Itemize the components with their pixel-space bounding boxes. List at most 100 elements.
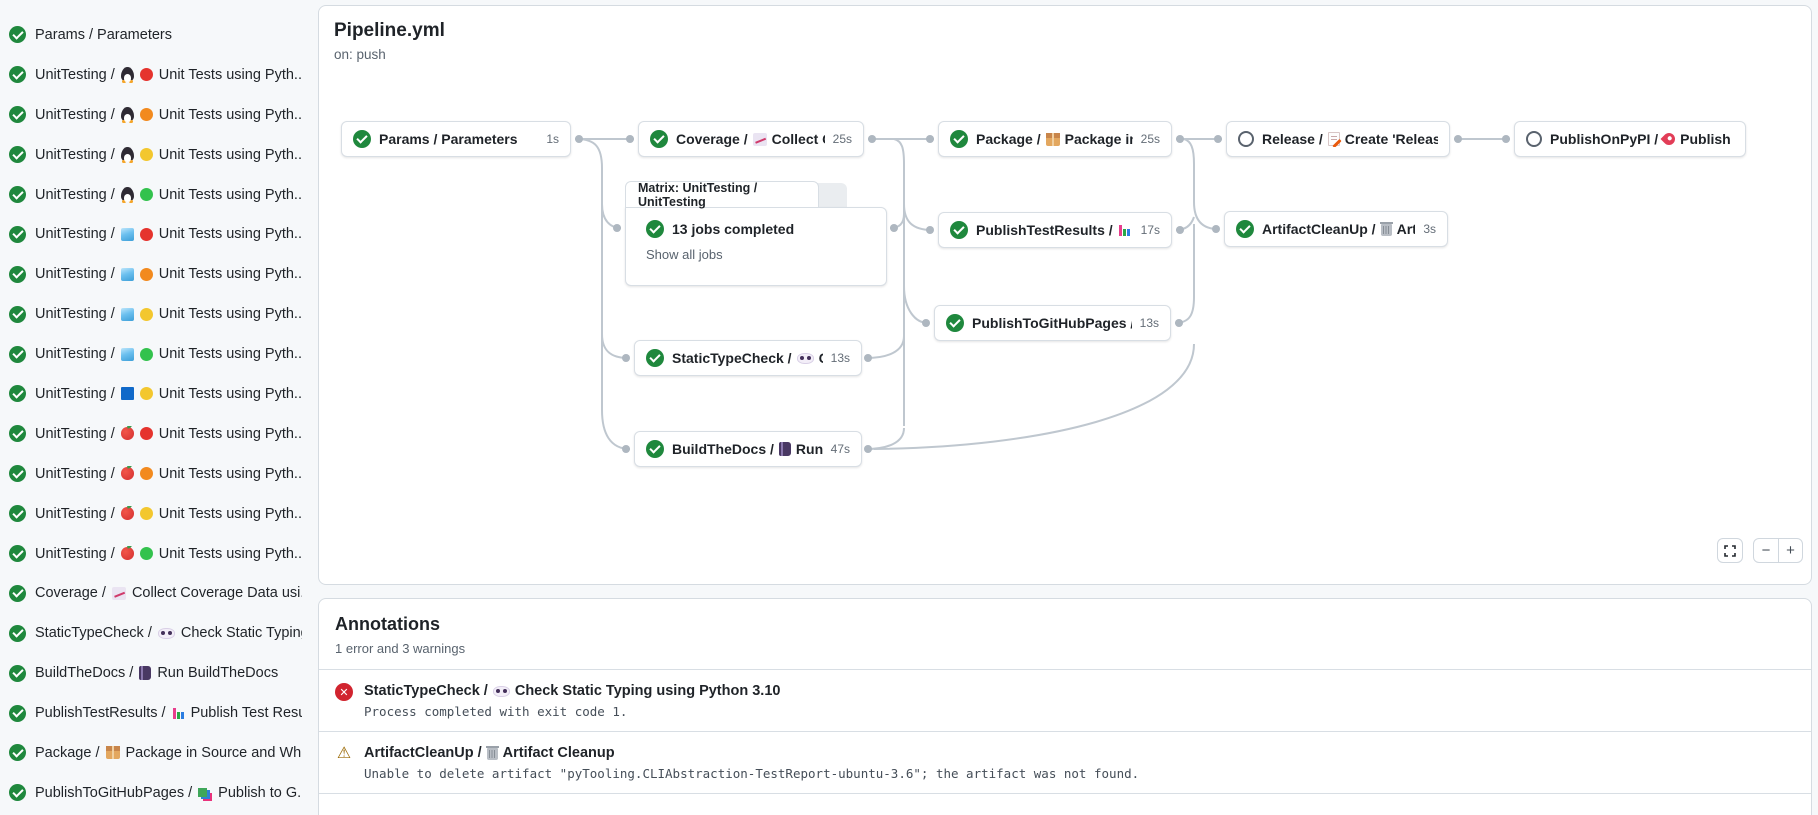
success-icon <box>9 665 26 682</box>
sidebar-job-item[interactable]: Package /Package in Source and Wh... <box>0 733 302 773</box>
matrix-tab[interactable]: Matrix: UnitTesting / UnitTesting <box>625 181 819 208</box>
job-node-coverage[interactable]: Coverage /Collect Cove... 25s <box>638 121 864 157</box>
fullscreen-button[interactable] <box>1717 538 1743 563</box>
success-icon <box>9 545 26 562</box>
eyes-icon <box>797 353 814 364</box>
job-node-build-the-docs[interactable]: BuildTheDocs /Run Buil... 47s <box>634 431 862 467</box>
job-label: Coverage / <box>35 585 106 601</box>
os-icon <box>121 147 134 162</box>
eyes-icon <box>158 628 175 639</box>
job-duration: 47s <box>831 442 850 456</box>
sidebar-job-item[interactable]: PublishTestResults /Publish Test Resu... <box>0 693 302 733</box>
job-node-artifact-cleanup[interactable]: ArtifactCleanUp /Artifac... 3s <box>1224 211 1448 247</box>
zoom-in-button[interactable]: + <box>1778 539 1802 562</box>
job-label: UnitTesting / <box>35 426 115 442</box>
sidebar-job-item[interactable]: StaticTypeCheck /Check Static Typing... <box>0 613 302 653</box>
eyes-icon <box>493 686 510 697</box>
success-icon <box>9 106 26 123</box>
job-label: Unit Tests using Pyth... <box>159 306 302 322</box>
job-label: Unit Tests using Pyth... <box>159 466 302 482</box>
job-duration: 17s <box>1141 223 1160 237</box>
success-icon <box>646 349 664 367</box>
success-icon <box>9 66 26 83</box>
annotations-panel: Annotations 1 error and 3 warnings Stati… <box>318 598 1812 815</box>
os-icon <box>121 67 134 82</box>
bar-chart-icon <box>1118 224 1131 237</box>
sidebar-job-item[interactable]: UnitTesting /Unit Tests using Pyth... <box>0 214 302 254</box>
sidebar-job-item[interactable]: UnitTesting /Unit Tests using Pyth... <box>0 254 302 294</box>
job-node-package[interactable]: Package /Package in So... 25s <box>938 121 1172 157</box>
sidebar-job-item[interactable]: UnitTesting /Unit Tests using Pyth... <box>0 494 302 534</box>
job-label: Run BuildTheDocs <box>157 665 278 681</box>
sidebar-job-item[interactable]: Params / Parameters <box>0 15 302 55</box>
sidebar-job-item[interactable]: UnitTesting /Unit Tests using Pyth... <box>0 294 302 334</box>
success-icon <box>950 130 968 148</box>
os-icon <box>121 308 134 321</box>
python-version-icon <box>140 427 153 440</box>
job-label: PublishToGitHubPages / <box>35 785 192 801</box>
sidebar-job-item[interactable]: UnitTesting /Unit Tests using Pyth... <box>0 414 302 454</box>
sidebar-job-item[interactable]: UnitTesting / Unit Tests using Pyth... <box>0 135 302 175</box>
fullscreen-icon <box>1724 545 1736 557</box>
job-node-release[interactable]: Release /Create 'Release P... <box>1226 121 1450 157</box>
success-icon <box>1236 220 1254 238</box>
success-icon <box>9 385 26 402</box>
sidebar-job-item[interactable]: UnitTesting /Unit Tests using Pyth... <box>0 175 302 215</box>
job-label: PublishTestResults / <box>35 705 166 721</box>
zoom-controls: − + <box>1753 538 1803 563</box>
job-label: UnitTesting / <box>35 147 115 163</box>
annotations-summary: 1 error and 3 warnings <box>335 641 1791 656</box>
python-version-icon <box>140 108 153 121</box>
job-node-static-type-check[interactable]: StaticTypeCheck /Chec... 13s <box>634 340 862 376</box>
sidebar-job-item[interactable]: BuildTheDocs /Run BuildTheDocs <box>0 653 302 693</box>
sidebar-job-item[interactable]: UnitTesting /Unit Tests using Pyth... <box>0 55 302 95</box>
trash-icon <box>1381 224 1392 236</box>
os-icon <box>121 268 134 281</box>
sidebar-job-item[interactable]: UnitTesting /Unit Tests using Pyth... <box>0 374 302 414</box>
coverage-chart-icon <box>753 133 767 146</box>
success-icon <box>9 346 26 363</box>
job-node-publish-to-github-pages[interactable]: PublishToGitHubPages /... 13s <box>934 305 1171 341</box>
job-node-publish-on-pypi[interactable]: PublishOnPyPI /Publish to ... <box>1514 121 1746 157</box>
notebook-icon <box>779 442 791 456</box>
zoom-out-button[interactable]: − <box>1754 539 1778 562</box>
job-label: Unit Tests using Pyth... <box>159 147 302 163</box>
sidebar-job-item[interactable]: Coverage /Collect Coverage Data usi... <box>0 573 302 613</box>
job-label: Unit Tests using Pyth... <box>159 187 302 203</box>
job-label: Unit Tests using Pyth... <box>159 386 302 402</box>
job-node-params[interactable]: Params / Parameters 1s <box>341 121 571 157</box>
success-icon <box>9 625 26 642</box>
job-duration: 1s <box>546 132 559 146</box>
job-label: Package / <box>35 745 100 761</box>
sidebar-job-item[interactable]: UnitTesting / Unit Tests using Pyth... <box>0 454 302 494</box>
sidebar-job-item[interactable]: PublishToGitHubPages /Publish to G... <box>0 773 302 813</box>
success-icon <box>946 314 964 332</box>
trash-icon <box>487 748 498 760</box>
job-node-publish-test-results[interactable]: PublishTestResults /Pu... 17s <box>938 212 1172 248</box>
job-duration: 13s <box>831 351 850 365</box>
notebook-icon <box>139 666 151 680</box>
sidebar-job-item[interactable]: UnitTesting /Unit Tests using Pyth... <box>0 534 302 574</box>
success-icon <box>9 226 26 243</box>
job-label: UnitTesting / <box>35 466 115 482</box>
python-version-icon <box>140 148 153 161</box>
success-icon <box>950 221 968 239</box>
python-version-icon <box>140 68 153 81</box>
success-icon <box>9 186 26 203</box>
job-duration: 25s <box>833 132 852 146</box>
show-all-jobs-link[interactable]: Show all jobs <box>646 247 886 262</box>
job-label: Check Static Typing... <box>181 625 302 641</box>
success-icon <box>9 505 26 522</box>
workflow-graph-panel: Pipeline.yml on: push <box>318 5 1812 585</box>
graph-edges <box>319 6 1813 586</box>
workflow-trigger: on: push <box>334 47 386 62</box>
warning-icon <box>335 745 353 763</box>
sidebar-job-item[interactable]: UnitTesting /Unit Tests using Pyth... <box>0 334 302 374</box>
job-label: UnitTesting / <box>35 266 115 282</box>
matrix-group[interactable]: 13 jobs completed Show all jobs <box>625 207 887 286</box>
success-icon <box>646 440 664 458</box>
workflow-file-title: Pipeline.yml <box>334 20 445 42</box>
success-icon <box>646 220 664 238</box>
os-icon <box>121 187 134 202</box>
sidebar-job-item[interactable]: UnitTesting /Unit Tests using Pyth... <box>0 95 302 135</box>
